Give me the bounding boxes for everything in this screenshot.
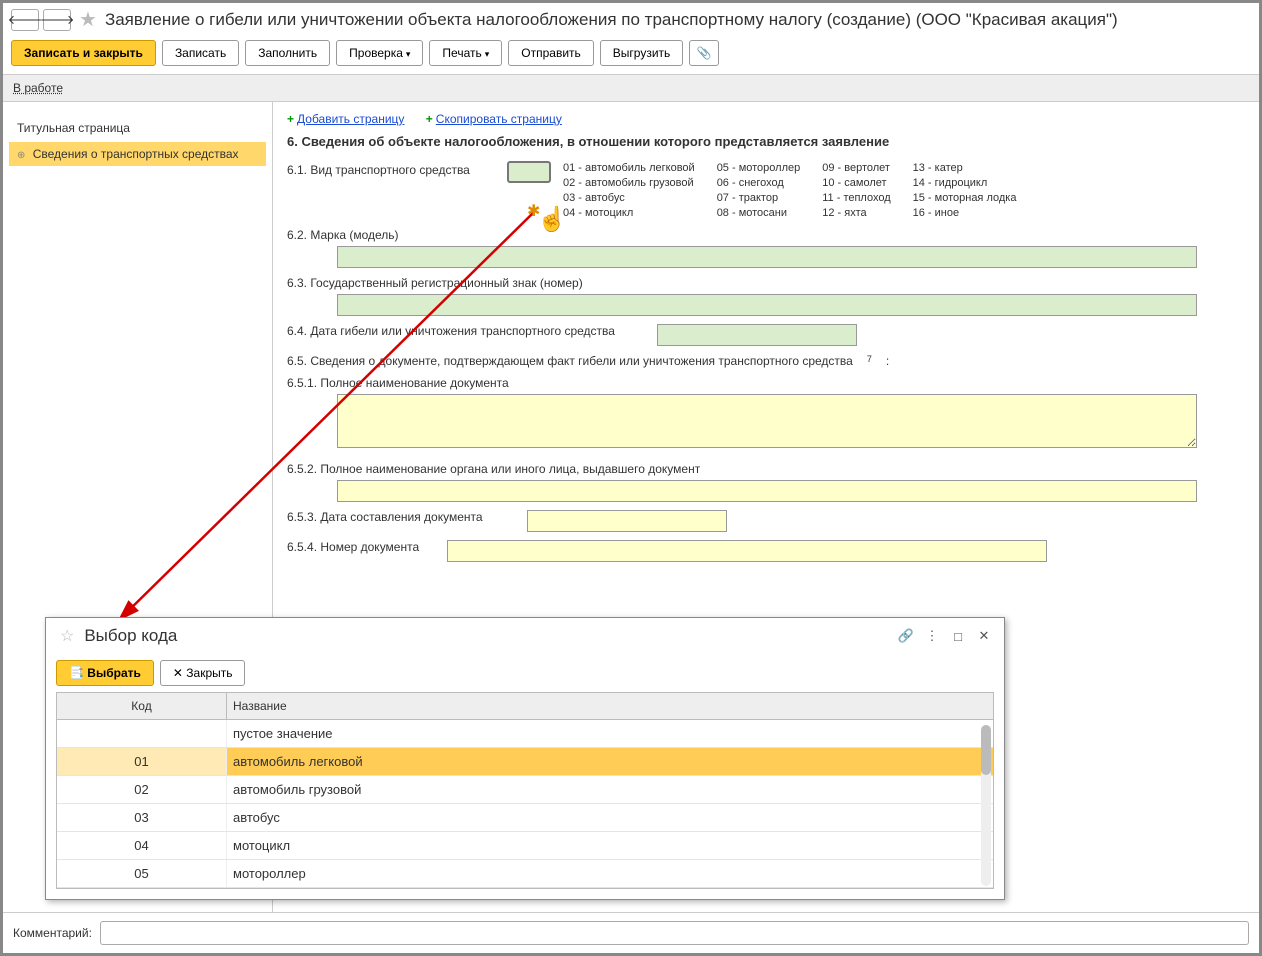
doc-date-input[interactable] <box>527 510 727 532</box>
check-button[interactable]: Проверка▾ <box>336 40 423 66</box>
copy-page-link[interactable]: Скопировать страницу <box>436 112 562 126</box>
label-6-5-1: 6.5.1. Полное наименование документа <box>287 376 509 390</box>
table-row[interactable]: 05мотороллер <box>57 860 993 888</box>
section-heading: 6. Сведения об объекте налогообложения, … <box>287 134 1245 149</box>
col-code: Код <box>57 693 227 719</box>
label-6-2: 6.2. Марка (модель) <box>287 228 399 242</box>
table-row[interactable]: 02автомобиль грузовой <box>57 776 993 804</box>
code-grid[interactable]: Код Название пустое значение01автомобиль… <box>56 692 994 889</box>
fill-button[interactable]: Заполнить <box>245 40 330 66</box>
table-row[interactable]: пустое значение <box>57 720 993 748</box>
comment-label: Комментарий: <box>13 926 92 940</box>
print-button[interactable]: Печать▾ <box>429 40 502 66</box>
label-6-5-4: 6.5.4. Номер документа <box>287 540 437 554</box>
col-name: Название <box>227 693 993 719</box>
popup-select-button[interactable]: 📑 Выбрать <box>56 660 154 686</box>
plus-icon: + <box>287 112 294 126</box>
reg-number-input[interactable] <box>337 294 1197 316</box>
popup-title: Выбор кода <box>84 626 890 646</box>
vehicle-type-input[interactable] <box>507 161 551 183</box>
link-icon[interactable]: 🔗 <box>896 628 916 644</box>
table-row[interactable]: 03автобус <box>57 804 993 832</box>
sidebar-item-title-page[interactable]: Титульная страница <box>9 116 266 140</box>
brand-input[interactable] <box>337 246 1197 268</box>
favorite-icon[interactable]: ☆ <box>60 626 74 646</box>
doc-number-input[interactable] <box>447 540 1047 562</box>
close-icon[interactable]: ✕ <box>974 628 994 644</box>
status-strip: В работе <box>3 75 1259 102</box>
send-button[interactable]: Отправить <box>508 40 594 66</box>
issuer-input[interactable] <box>337 480 1197 502</box>
label-6-4: 6.4. Дата гибели или уничтожения транспо… <box>287 324 647 338</box>
sidebar-item-vehicles[interactable]: ⊕ Сведения о транспортных средствах <box>9 142 266 166</box>
forward-button[interactable]: 🡒 <box>43 9 71 31</box>
label-6-5-3: 6.5.3. Дата составления документа <box>287 510 517 524</box>
attach-button[interactable]: 📎 <box>689 40 719 66</box>
comment-input[interactable] <box>100 921 1249 945</box>
scrollbar[interactable] <box>981 725 991 886</box>
more-icon[interactable]: ⋮ <box>922 628 942 644</box>
label-6-5-2: 6.5.2. Полное наименование органа или ин… <box>287 462 700 476</box>
save-close-button[interactable]: Записать и закрыть <box>11 40 156 66</box>
table-row[interactable]: 01автомобиль легковой <box>57 748 993 776</box>
popup-close-button[interactable]: ✕ Закрыть <box>160 660 246 686</box>
favorite-icon[interactable]: ★ <box>79 7 97 32</box>
toolbar: Записать и закрыть Записать Заполнить Пр… <box>3 36 1259 75</box>
doc-name-input[interactable] <box>337 394 1197 448</box>
label-6-3: 6.3. Государственный регистрационный зна… <box>287 276 583 290</box>
footnote-7: 7 <box>867 354 872 364</box>
expand-icon: ⊕ <box>17 150 25 161</box>
destruction-date-input[interactable] <box>657 324 857 346</box>
maximize-icon[interactable]: □ <box>948 629 968 644</box>
export-button[interactable]: Выгрузить <box>600 40 684 66</box>
label-6-5: 6.5. Сведения о документе, подтверждающе… <box>287 354 853 368</box>
code-select-popup: ☆ Выбор кода 🔗 ⋮ □ ✕ 📑 Выбрать ✕ Закрыть… <box>45 617 1005 900</box>
label-6-1: 6.1. Вид транспортного средства <box>287 161 497 177</box>
window-title: Заявление о гибели или уничтожении объек… <box>105 10 1118 30</box>
table-row[interactable]: 04мотоцикл <box>57 832 993 860</box>
status-link[interactable]: В работе <box>13 81 63 95</box>
back-button[interactable]: 🡐 <box>11 9 39 31</box>
plus-icon: + <box>426 112 433 126</box>
save-button[interactable]: Записать <box>162 40 239 66</box>
vehicle-type-legend: 01 - автомобиль легковой02 - автомобиль … <box>563 161 1016 220</box>
add-page-link[interactable]: Добавить страницу <box>297 112 404 126</box>
